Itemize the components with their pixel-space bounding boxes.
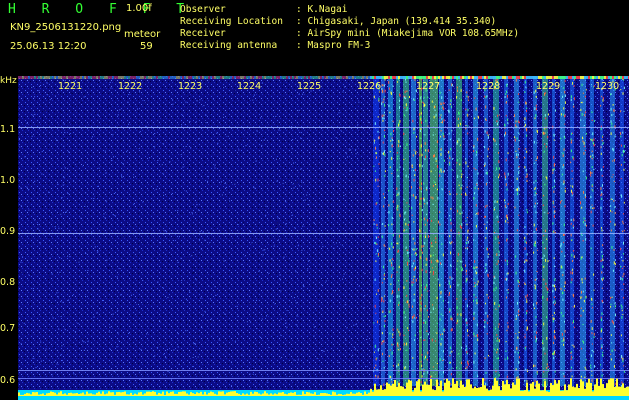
minute-tick-label: 1225	[297, 81, 322, 92]
antenna-value: : Maspro FM-3	[296, 40, 371, 51]
version-label: 1.00f	[126, 3, 152, 14]
observer-key: Observer	[180, 4, 226, 15]
minute-tick-label: 1229	[536, 81, 561, 92]
y-tick-label: 0.9	[0, 226, 16, 237]
minute-tick-label: 1228	[476, 81, 501, 92]
y-axis-unit: kHz	[0, 76, 17, 86]
filename-label: KN9_2506131220.png	[10, 22, 122, 33]
spectrogram-plot	[18, 76, 629, 400]
location-value: : Chigasaki, Japan (139.414 35.340)	[296, 16, 497, 27]
app-logo: H R O F F T	[8, 2, 194, 17]
y-tick-label: 0.6	[0, 375, 16, 386]
minute-tick-label: 1230	[595, 81, 620, 92]
location-key: Receiving Location	[180, 16, 283, 27]
header-panel: H R O F F T 1.00f KN9_2506131220.png met…	[0, 0, 629, 75]
y-tick-label: 0.7	[0, 323, 16, 334]
minute-tick-label: 1226	[357, 81, 382, 92]
minute-tick-label: 1227	[416, 81, 441, 92]
meteor-label: meteor	[124, 29, 161, 40]
y-tick-label: 1.0	[0, 175, 16, 186]
meteor-count: 59	[140, 41, 153, 52]
y-tick-label: 0.8	[0, 277, 16, 288]
minute-tick-label: 1224	[237, 81, 262, 92]
receiver-key: Receiver	[180, 28, 226, 39]
observer-value: : K.Nagai	[296, 4, 348, 15]
y-tick-label: 1.1	[0, 124, 16, 135]
minute-tick-label: 1223	[178, 81, 203, 92]
minute-tick-label: 1222	[118, 81, 143, 92]
antenna-key: Receiving antenna	[180, 40, 278, 51]
spectrogram-canvas	[18, 76, 629, 400]
minute-tick-label: 1221	[58, 81, 83, 92]
datetime-label: 25.06.13 12:20	[10, 41, 87, 52]
receiver-value: : AirSpy mini (Miakejima VOR 108.65MHz)	[296, 28, 520, 39]
